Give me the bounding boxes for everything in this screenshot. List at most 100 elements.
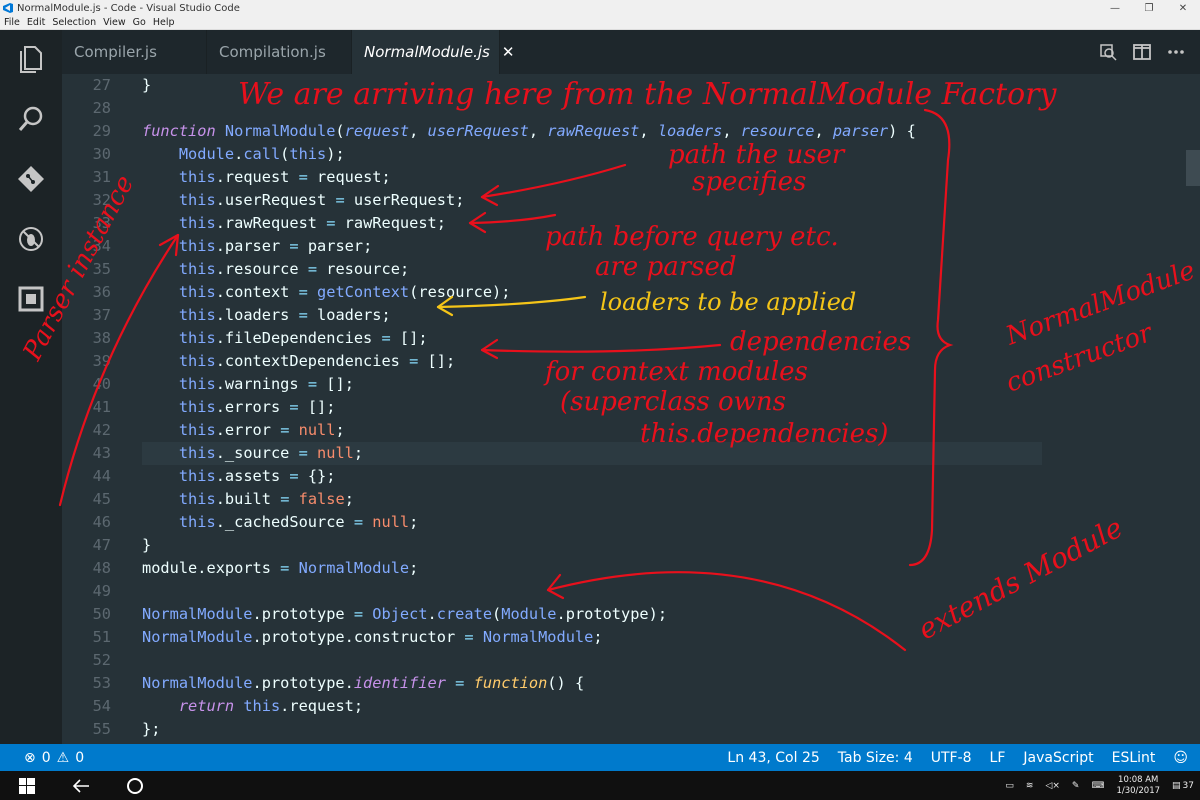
menu-bar: File Edit Selection View Go Help — [0, 16, 1200, 30]
git-icon[interactable] — [14, 162, 48, 196]
code-line[interactable]: 32 this.userRequest = userRequest; — [62, 189, 1200, 212]
menu-edit[interactable]: Edit — [27, 17, 45, 28]
code-line[interactable]: 50 NormalModule.prototype = Object.create… — [62, 603, 1200, 626]
line-number: 28 — [92, 99, 111, 117]
warning-count[interactable]: 0 — [75, 750, 84, 766]
keyboard-icon[interactable]: ⌨ — [1091, 781, 1104, 791]
notifications-icon[interactable]: ▤ 37 — [1172, 781, 1194, 791]
title-bar: NormalModule.js - Code - Visual Studio C… — [0, 0, 1200, 16]
code-line[interactable]: 35 this.resource = resource; — [62, 258, 1200, 281]
code-text: NormalModule.prototype.constructor = Nor… — [142, 628, 603, 646]
code-text: NormalModule.prototype.identifier = func… — [142, 674, 585, 692]
code-text: this.errors = []; — [178, 398, 336, 416]
tab-normalmodule[interactable]: NormalModule.js ✕ — [352, 30, 514, 74]
line-number: 52 — [92, 651, 111, 669]
code-line[interactable]: 54 return this.request; — [62, 695, 1200, 718]
code-line[interactable]: 51 NormalModule.prototype.constructor = N… — [62, 626, 1200, 649]
code-text: this.error = null; — [178, 421, 345, 439]
code-line[interactable]: 33 this.rawRequest = rawRequest; — [62, 212, 1200, 235]
line-number: 27 — [92, 76, 111, 94]
code-text: this._cachedSource = null; — [178, 513, 419, 531]
errors-icon[interactable]: ⊗ — [24, 750, 36, 766]
open-changes-icon[interactable] — [1098, 42, 1118, 62]
line-number: 50 — [92, 605, 111, 623]
menu-go[interactable]: Go — [133, 17, 146, 28]
code-line[interactable]: 52 — [62, 649, 1200, 672]
feedback-icon[interactable]: ☺ — [1173, 750, 1188, 766]
code-line[interactable]: 30 Module.call(this); — [62, 143, 1200, 166]
line-number: 35 — [92, 260, 111, 278]
tab-size[interactable]: Tab Size: 4 — [838, 750, 913, 766]
status-bar: ⊗ 0 ⚠ 0 Ln 43, Col 25 Tab Size: 4 UTF-8 … — [0, 744, 1200, 771]
code-text: this.userRequest = userRequest; — [178, 191, 465, 209]
code-editor[interactable]: 27} 28 29 function NormalModule(request, us… — [62, 74, 1200, 744]
code-text: } — [142, 536, 152, 554]
more-icon[interactable] — [1166, 42, 1186, 62]
code-line[interactable]: 34 this.parser = parser; — [62, 235, 1200, 258]
line-number: 38 — [92, 329, 111, 347]
code-text: this.rawRequest = rawRequest; — [178, 214, 446, 232]
code-line[interactable]: 45 this.built = false; — [62, 488, 1200, 511]
line-ending[interactable]: LF — [990, 750, 1006, 766]
code-line[interactable]: 36 this.context = getContext(resource); — [62, 281, 1200, 304]
close-tab-icon[interactable]: ✕ — [502, 43, 515, 61]
code-line[interactable]: 53 NormalModule.prototype.identifier = fu… — [62, 672, 1200, 695]
cortana-icon[interactable] — [108, 771, 162, 800]
battery-icon[interactable]: ▭ — [1005, 781, 1014, 791]
code-line[interactable]: 40 this.warnings = []; — [62, 373, 1200, 396]
close-window-button[interactable]: ✕ — [1166, 3, 1200, 14]
line-number: 41 — [92, 398, 111, 416]
cursor-position[interactable]: Ln 43, Col 25 — [727, 750, 819, 766]
code-line[interactable]: 38 this.fileDependencies = []; — [62, 327, 1200, 350]
code-line[interactable]: 28 — [62, 97, 1200, 120]
language-mode[interactable]: JavaScript — [1023, 750, 1093, 766]
code-line[interactable]: 42 this.error = null; — [62, 419, 1200, 442]
menu-help[interactable]: Help — [153, 17, 175, 28]
error-count[interactable]: 0 — [42, 750, 51, 766]
code-line[interactable]: 41 this.errors = []; — [62, 396, 1200, 419]
debug-icon[interactable] — [14, 222, 48, 256]
line-number: 34 — [92, 237, 111, 255]
code-line[interactable]: 44 this.assets = {}; — [62, 465, 1200, 488]
encoding[interactable]: UTF-8 — [931, 750, 972, 766]
volume-icon[interactable]: ◁× — [1045, 781, 1059, 791]
code-line[interactable]: 31 this.request = request; — [62, 166, 1200, 189]
line-number: 29 — [92, 122, 111, 140]
code-line[interactable]: 39 this.contextDependencies = []; — [62, 350, 1200, 373]
windows-start-icon[interactable] — [0, 771, 54, 800]
code-line[interactable]: 48 module.exports = NormalModule; — [62, 557, 1200, 580]
search-icon[interactable] — [14, 102, 48, 136]
code-line[interactable]: 47} — [62, 534, 1200, 557]
tab-label: NormalModule.js — [364, 43, 490, 61]
split-editor-icon[interactable] — [1132, 42, 1152, 62]
menu-file[interactable]: File — [4, 17, 20, 28]
code-line[interactable]: 29 function NormalModule(request, userReq… — [62, 120, 1200, 143]
back-arrow-icon[interactable] — [54, 771, 108, 800]
warning-icon[interactable]: ⚠ — [57, 750, 70, 766]
menu-view[interactable]: View — [103, 17, 126, 28]
code-line[interactable]: 55}; — [62, 718, 1200, 741]
explorer-icon[interactable] — [14, 42, 48, 76]
maximize-button[interactable]: ❐ — [1132, 3, 1166, 14]
menu-selection[interactable]: Selection — [52, 17, 96, 28]
line-number: 55 — [92, 720, 111, 738]
line-number: 44 — [92, 467, 111, 485]
extensions-icon[interactable] — [14, 282, 48, 316]
wifi-icon[interactable]: ≋ — [1026, 781, 1034, 791]
code-text: this.request = request; — [178, 168, 391, 186]
code-line[interactable]: 49 — [62, 580, 1200, 603]
clock[interactable]: 10:08 AM 1/30/2017 — [1116, 775, 1160, 797]
code-line[interactable]: 43 this._source = null; — [62, 442, 1200, 465]
code-line[interactable]: 27} — [62, 74, 1200, 97]
code-text: this.contextDependencies = []; — [178, 352, 456, 370]
minimize-button[interactable]: — — [1098, 3, 1132, 14]
pen-icon[interactable]: ✎ — [1072, 781, 1080, 791]
tab-compiler[interactable]: Compiler.js — [62, 30, 207, 74]
code-line[interactable]: 37 this.loaders = loaders; — [62, 304, 1200, 327]
line-number: 36 — [92, 283, 111, 301]
code-text: module.exports = NormalModule; — [142, 559, 419, 577]
code-line[interactable]: 46 this._cachedSource = null; — [62, 511, 1200, 534]
tab-compilation[interactable]: Compilation.js — [207, 30, 352, 74]
code-text: this.resource = resource; — [178, 260, 410, 278]
linter-status[interactable]: ESLint — [1112, 750, 1156, 766]
